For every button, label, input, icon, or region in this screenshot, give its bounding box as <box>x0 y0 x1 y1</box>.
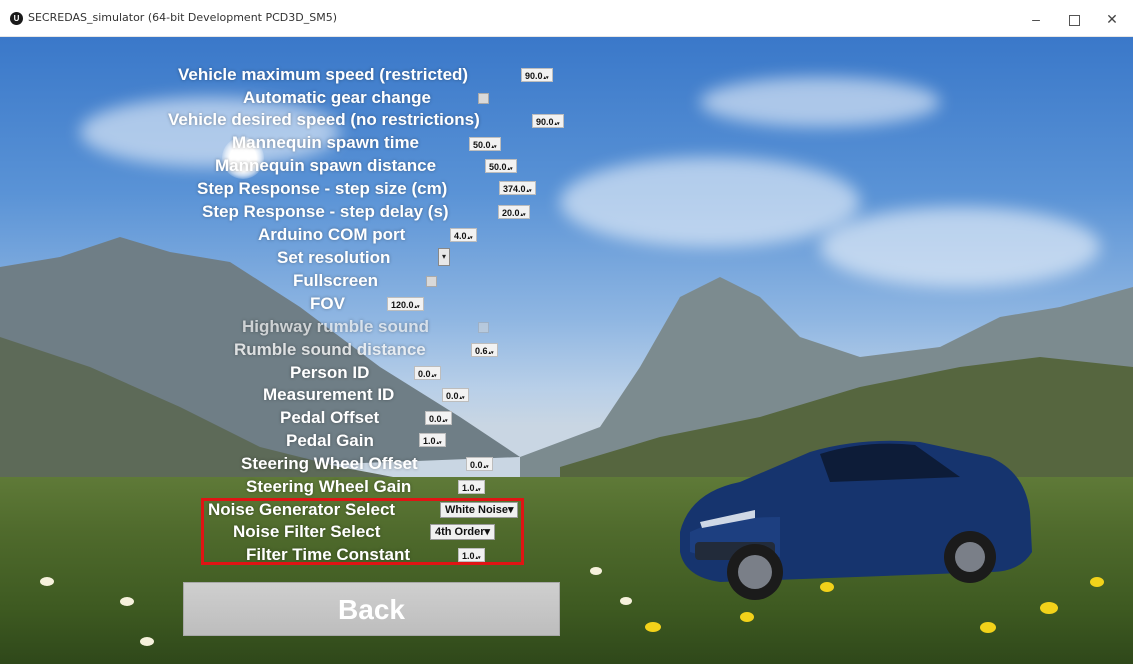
vehicle-max-speed-input[interactable]: 90.0 <box>521 68 553 82</box>
back-button[interactable]: Back <box>183 582 560 636</box>
steering-offset-input[interactable]: 0.0 <box>466 457 493 471</box>
flower <box>1040 602 1058 614</box>
pedal-gain-input[interactable]: 1.0 <box>419 433 446 447</box>
flower <box>980 622 996 633</box>
person-id-label: Person ID <box>290 363 370 382</box>
window-title: SECREDAS_simulator (64-bit Development P… <box>28 11 337 24</box>
close-button[interactable]: ✕ <box>1094 8 1130 30</box>
resolution-label: Set resolution <box>277 248 391 267</box>
rumble-sound-label: Highway rumble sound <box>242 317 430 336</box>
red-highlight-box <box>201 498 524 565</box>
maximize-icon <box>1068 14 1080 26</box>
person-id-input[interactable]: 0.0 <box>414 366 441 380</box>
flower <box>140 637 154 646</box>
rumble-distance-input[interactable]: 0.6 <box>471 343 498 357</box>
mannequin-distance-label: Mannequin spawn distance <box>215 156 437 175</box>
flower <box>740 612 754 622</box>
automatic-gear-label: Automatic gear change <box>243 88 431 107</box>
arduino-port-input[interactable]: 4.0 <box>450 228 477 242</box>
measurement-id-label: Measurement ID <box>263 385 395 404</box>
flower <box>645 622 661 632</box>
desired-speed-input[interactable]: 90.0 <box>532 114 564 128</box>
steering-gain-input[interactable]: 1.0 <box>458 480 485 494</box>
rumble-distance-label: Rumble sound distance <box>234 340 426 359</box>
fullscreen-checkbox[interactable] <box>426 276 437 287</box>
mannequin-time-input[interactable]: 50.0 <box>469 137 501 151</box>
car-image <box>680 440 1032 600</box>
fullscreen-label: Fullscreen <box>293 271 379 290</box>
step-size-label: Step Response - step size (cm) <box>197 179 448 198</box>
fov-label: FOV <box>310 294 345 313</box>
maximize-button[interactable] <box>1056 8 1092 30</box>
desired-speed-label: Vehicle desired speed (no restrictions) <box>168 110 480 129</box>
flower <box>590 567 602 575</box>
fov-input[interactable]: 120.0 <box>387 297 424 311</box>
flower <box>1090 577 1104 587</box>
minimize-button[interactable]: – <box>1018 8 1054 30</box>
measurement-id-input[interactable]: 0.0 <box>442 388 469 402</box>
pedal-gain-label: Pedal Gain <box>286 431 374 450</box>
pedal-offset-label: Pedal Offset <box>280 408 380 427</box>
arduino-port-label: Arduino COM port <box>258 225 406 244</box>
vehicle-max-speed-label: Vehicle maximum speed (restricted) <box>178 65 469 84</box>
resolution-dropdown[interactable]: ▾ <box>438 248 450 266</box>
rumble-sound-checkbox[interactable] <box>478 322 489 333</box>
step-delay-label: Step Response - step delay (s) <box>202 202 449 221</box>
mannequin-distance-input[interactable]: 50.0 <box>485 159 517 173</box>
unreal-logo-icon: U <box>10 12 23 25</box>
flower <box>120 597 134 606</box>
step-size-input[interactable]: 374.0 <box>499 181 536 195</box>
flower <box>40 577 54 586</box>
steering-offset-label: Steering Wheel Offset <box>241 454 418 473</box>
flower <box>620 597 632 605</box>
game-scene <box>0 37 1133 664</box>
steering-gain-label: Steering Wheel Gain <box>246 477 412 496</box>
pedal-offset-input[interactable]: 0.0 <box>425 411 452 425</box>
automatic-gear-checkbox[interactable] <box>478 93 489 104</box>
window-titlebar: U SECREDAS_simulator (64-bit Development… <box>0 0 1133 37</box>
step-delay-input[interactable]: 20.0 <box>498 205 530 219</box>
mannequin-time-label: Mannequin spawn time <box>232 133 420 152</box>
